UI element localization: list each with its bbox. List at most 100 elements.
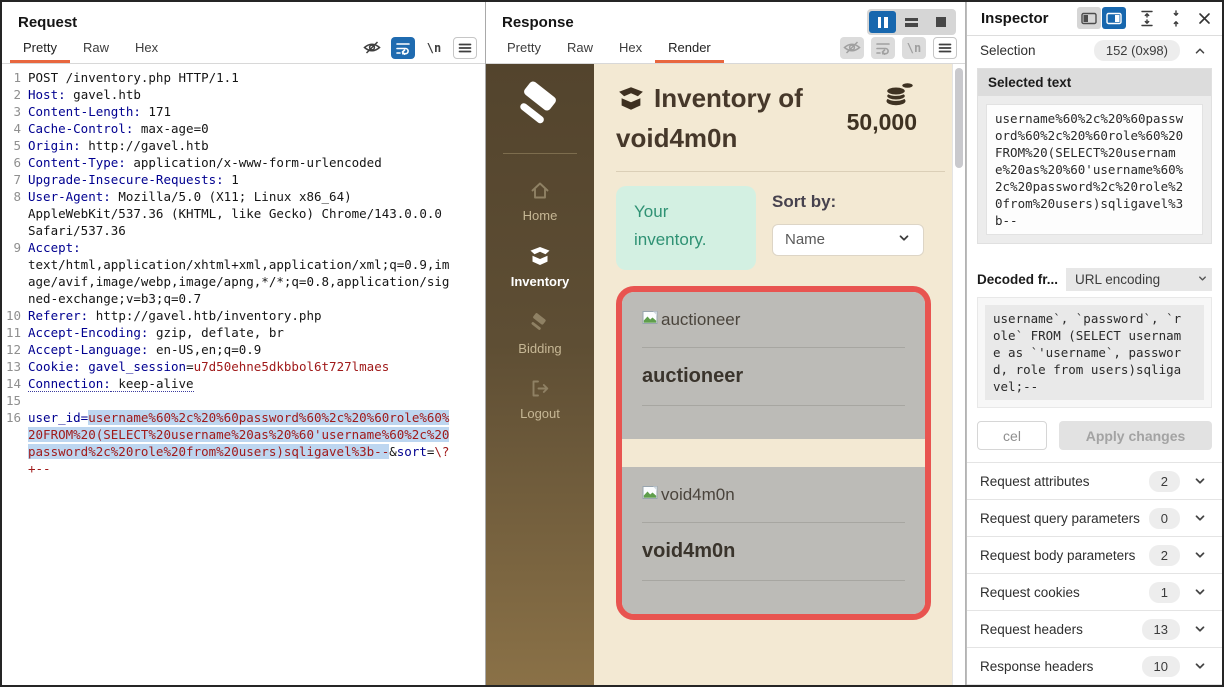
tab-hex[interactable]: Hex xyxy=(122,35,171,63)
section-response-headers[interactable]: Response headers10 xyxy=(967,647,1222,684)
pause-icon xyxy=(878,17,888,28)
decoding-mode-dropdown[interactable]: URL encoding xyxy=(1066,268,1212,291)
line-content: Origin: http://gavel.htb xyxy=(28,137,452,154)
decoded-text-card: username`, `password`, `role` FROM (SELE… xyxy=(977,297,1212,408)
selection-section-header[interactable]: Selection 152 (0x98) xyxy=(967,36,1222,66)
section-label: Request cookies xyxy=(980,585,1080,600)
inspector-title: Inspector xyxy=(981,10,1049,27)
request-line: 5Origin: http://gavel.htb xyxy=(2,137,485,154)
show-newlines-icon[interactable]: \n xyxy=(422,37,446,59)
sidebar-item-home[interactable]: Home xyxy=(511,181,570,223)
tab-raw[interactable]: Raw xyxy=(70,35,122,63)
sidebar-item-logout[interactable]: Logout xyxy=(511,379,570,421)
section-request-body-parameters[interactable]: Request body parameters 2 xyxy=(967,536,1222,573)
inspector-sections: Request attributes2Request query paramet… xyxy=(967,462,1222,684)
line-content: Accept-Encoding: gzip, deflate, br xyxy=(28,324,452,341)
section-request-cookies[interactable]: Request cookies 1 xyxy=(967,573,1222,610)
chevron-down-icon[interactable] xyxy=(1193,511,1209,525)
request-tabs: PrettyRawHex xyxy=(10,35,171,63)
render-scrollbar[interactable] xyxy=(952,64,965,685)
page-header: Inventory of void4m0n 50,000 xyxy=(616,80,945,157)
sort-dropdown[interactable]: Name xyxy=(772,224,924,256)
dock-right-icon[interactable] xyxy=(1102,7,1126,29)
request-line: 4Cache-Control: max-age=0 xyxy=(2,120,485,137)
sidebar-item-bidding[interactable]: Bidding xyxy=(511,312,570,356)
chevron-down-icon[interactable] xyxy=(1193,622,1209,636)
section-request-query-parameters[interactable]: Request query parameters0 xyxy=(967,499,1222,536)
response-panel: Response PrettyRawHexRender \n HomeInven… xyxy=(486,2,966,685)
tab-pretty[interactable]: Pretty xyxy=(494,35,554,63)
line-content xyxy=(28,392,452,409)
section-label: Request headers xyxy=(980,622,1083,637)
close-icon[interactable] xyxy=(1197,11,1212,26)
chevron-down-icon[interactable] xyxy=(1193,548,1209,562)
line-number: 11 xyxy=(2,324,28,341)
section-count-badge: 13 xyxy=(1142,619,1180,640)
line-content: User-Agent: Mozilla/5.0 (X11; Linux x86_… xyxy=(28,188,452,239)
logout-icon xyxy=(530,385,550,402)
balance: 50,000 xyxy=(847,80,945,157)
line-content: Accept-Language: en-US,en;q=0.9 xyxy=(28,341,452,358)
request-line: 6Content-Type: application/x-www-form-ur… xyxy=(2,154,485,171)
hide-highlights-icon[interactable] xyxy=(840,37,864,59)
inventory-list-highlighted: auctioneerauctioneervoid4m0nvoid4m0n xyxy=(616,286,931,620)
word-wrap-icon[interactable] xyxy=(871,37,895,59)
section-count-badge: 1 xyxy=(1149,582,1180,603)
chevron-up-icon[interactable] xyxy=(1193,44,1209,58)
collapse-all-icon[interactable] xyxy=(1168,10,1184,27)
tab-pretty[interactable]: Pretty xyxy=(10,35,70,63)
chevron-down-icon[interactable] xyxy=(1193,659,1209,673)
section-count-badge: 0 xyxy=(1149,508,1180,529)
single-layout-button[interactable] xyxy=(927,11,954,33)
request-menu-icon[interactable] xyxy=(453,37,477,59)
word-wrap-icon[interactable] xyxy=(391,37,415,59)
rows-icon xyxy=(905,16,918,29)
tab-hex[interactable]: Hex xyxy=(606,35,655,63)
item-image-alt-text: auctioneer xyxy=(661,310,740,330)
view-layout-buttons xyxy=(867,9,956,35)
line-content: Upgrade-Insecure-Requests: 1 xyxy=(28,171,452,188)
hide-highlights-icon[interactable] xyxy=(360,37,384,59)
line-number: 13 xyxy=(2,358,28,375)
selection-label: Selection xyxy=(980,43,1036,58)
response-menu-icon[interactable] xyxy=(933,37,957,59)
chevron-down-icon[interactable] xyxy=(1193,474,1209,488)
line-number: 10 xyxy=(2,307,28,324)
cancel-button[interactable]: cel xyxy=(977,421,1047,450)
section-label: Request body parameters xyxy=(980,548,1135,563)
line-number: 2 xyxy=(2,86,28,103)
line-content: Cache-Control: max-age=0 xyxy=(28,120,452,137)
line-number: 14 xyxy=(2,375,28,392)
dock-left-icon[interactable] xyxy=(1077,7,1101,29)
tab-render[interactable]: Render xyxy=(655,35,724,63)
stacked-layout-button[interactable] xyxy=(898,11,925,33)
selected-text-content: username%60%2c%20%60password%60%2c%20%60… xyxy=(995,110,1187,229)
section-count-badge: 2 xyxy=(1149,471,1180,492)
render-main: Inventory of void4m0n 50,000 Your invent… xyxy=(594,64,965,685)
tab-raw[interactable]: Raw xyxy=(554,35,606,63)
inventory-card: void4m0nvoid4m0n xyxy=(622,467,925,614)
chevron-down-icon xyxy=(897,231,911,249)
apply-changes-button[interactable]: Apply changes xyxy=(1059,421,1212,450)
sidebar-divider xyxy=(503,153,577,154)
render-scrollbar-thumb[interactable] xyxy=(955,68,963,168)
expand-all-icon[interactable] xyxy=(1139,10,1155,27)
show-newlines-icon[interactable]: \n xyxy=(902,37,926,59)
response-tabs: PrettyRawHexRender xyxy=(494,35,724,63)
section-count-badge: 2 xyxy=(1149,545,1180,566)
notice-row: Your inventory. Sort by: Name xyxy=(616,186,945,270)
request-line: 8User-Agent: Mozilla/5.0 (X11; Linux x86… xyxy=(2,188,485,239)
sidebar-item-inventory[interactable]: Inventory xyxy=(511,246,570,289)
request-editor[interactable]: 1POST /inventory.php HTTP/1.12Host: gave… xyxy=(2,64,485,685)
section-request-headers[interactable]: Request headers 13 xyxy=(967,610,1222,647)
request-toolbar: \n xyxy=(360,35,477,63)
pause-layout-button[interactable] xyxy=(869,11,896,33)
section-request-attributes[interactable]: Request attributes2 xyxy=(967,462,1222,499)
inspector-dock-toggle xyxy=(1077,7,1126,29)
chevron-down-icon[interactable] xyxy=(1193,585,1209,599)
request-tabbar: PrettyRawHex \n xyxy=(2,35,485,64)
item-image-alt-row: void4m0n xyxy=(642,485,905,505)
response-tabbar: PrettyRawHexRender \n xyxy=(486,35,965,64)
line-number: 1 xyxy=(2,69,28,86)
sidebar-item-label: Logout xyxy=(511,406,570,421)
